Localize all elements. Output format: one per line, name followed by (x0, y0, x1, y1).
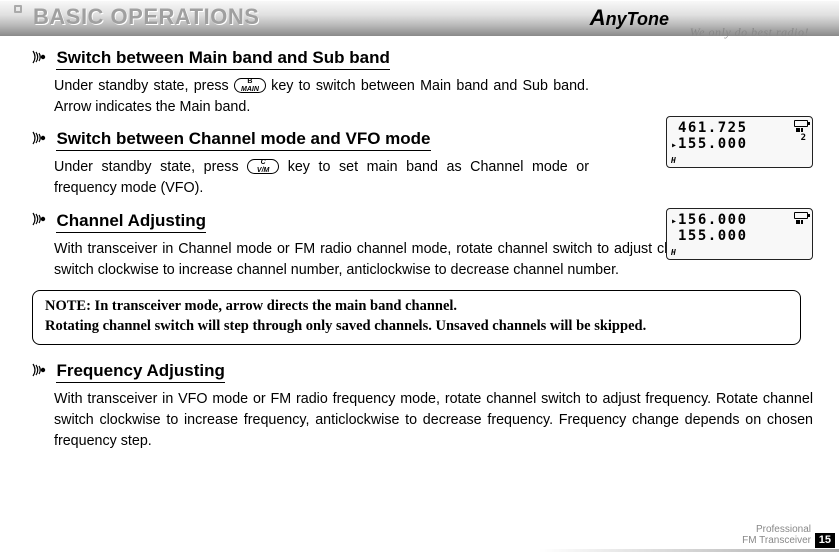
key-c-vm-icon: CV/M (247, 159, 279, 174)
radio-wave-icon (32, 49, 50, 70)
section-heading-3-wrap: Channel Adjusting (20, 211, 813, 233)
radio-wave-icon (32, 362, 50, 383)
header-bullet (14, 5, 22, 13)
page-title: BASIC OPERATIONS (33, 4, 259, 30)
brand-logo: AnyTone (590, 5, 669, 31)
note-line-1: NOTE: In transceiver mode, arrow directs… (45, 297, 788, 317)
battery-icon (794, 120, 808, 127)
lcd2-bl: H (671, 248, 676, 257)
page-number: 15 (815, 533, 835, 548)
section-heading-4: Frequency Adjusting (56, 361, 224, 383)
section-4-text: With transceiver in VFO mode or FM radio… (54, 389, 813, 451)
footer-line1: Professional (539, 524, 811, 535)
section-heading-1-wrap: Switch between Main band and Sub band (20, 48, 813, 70)
section-heading-3: Channel Adjusting (56, 211, 206, 233)
brand-prefix: A (590, 5, 606, 30)
section-heading-4-wrap: Frequency Adjusting (20, 361, 813, 383)
brand-rest: nyTone (606, 9, 669, 29)
header-bar: BASIC OPERATIONS AnyTone We only do best… (0, 0, 839, 36)
note-line-2: Rotating channel switch will step throug… (45, 317, 788, 337)
radio-wave-icon (32, 211, 50, 232)
note-box: NOTE: In transceiver mode, arrow directs… (32, 290, 801, 345)
footer: Professional FM Transceiver 15 (539, 524, 839, 552)
section-1-text: Under standby state, press BMAIN key to … (54, 76, 589, 117)
section-heading-1: Switch between Main band and Sub band (56, 48, 389, 70)
footer-line2: FM Transceiver (539, 535, 811, 546)
section-heading-2-wrap: Switch between Channel mode and VFO mode (20, 129, 813, 151)
key-b-main-icon: BMAIN (234, 78, 266, 93)
section-heading-2: Switch between Channel mode and VFO mode (56, 129, 430, 151)
section-2-text: Under standby state, press CV/M key to s… (54, 157, 589, 198)
radio-wave-icon (32, 130, 50, 151)
lcd1-bl: H (671, 156, 676, 165)
